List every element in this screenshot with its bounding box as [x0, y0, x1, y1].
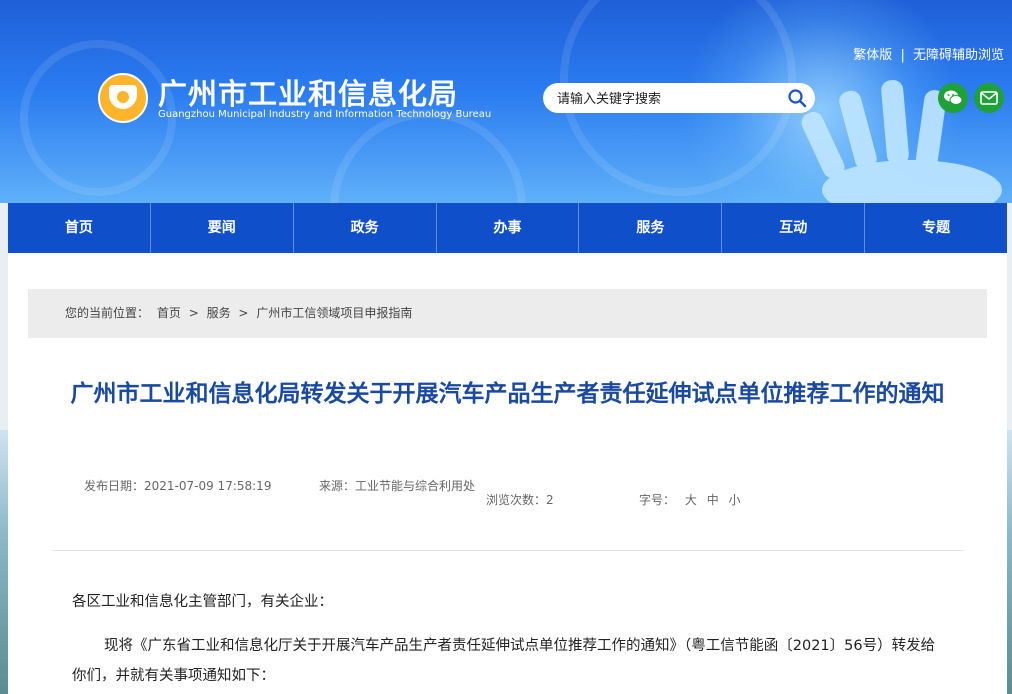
font-size-large-button[interactable]: 大: [685, 493, 697, 507]
article-paragraph: 现将《广东省工业和信息化厅关于开展汽车产品生产者责任延伸试点单位推荐工作的通知》…: [72, 638, 936, 684]
nav-item-interaction[interactable]: 互动: [722, 203, 866, 253]
site-logo[interactable]: [98, 73, 148, 123]
font-size-control: 字号： 大 中 小: [639, 485, 741, 515]
breadcrumb-project-guide[interactable]: 广州市工信领域项目申报指南: [256, 306, 412, 320]
font-size-label: 字号：: [639, 493, 676, 507]
search-input[interactable]: [555, 88, 779, 110]
traditional-chinese-link[interactable]: 繁体版: [853, 48, 892, 63]
site-subtitle: Guangzhou Municipal Industry and Informa…: [158, 109, 492, 120]
side-scenery: [0, 430, 8, 694]
search-icon[interactable]: [787, 88, 807, 108]
wechat-icon[interactable]: [938, 83, 968, 113]
nav-item-government-affairs[interactable]: 政务: [294, 203, 437, 253]
divider: [53, 550, 963, 551]
main-content: 您的当前位置： 首页 > 服务 > 广州市工信领域项目申报指南 广州市工业和信息…: [8, 253, 1007, 694]
search-box: [543, 83, 815, 113]
nav-item-home[interactable]: 首页: [8, 203, 151, 253]
robot-hand-illustration: [801, 80, 1002, 203]
banner-decoration: [330, 110, 526, 203]
nav-item-services-handling[interactable]: 办事: [437, 203, 580, 253]
accessibility-link[interactable]: 无障碍辅助浏览: [913, 48, 1004, 63]
view-count: 浏览次数：2: [486, 493, 554, 507]
nav-item-services[interactable]: 服务: [579, 203, 723, 253]
breadcrumb-separator: >: [188, 306, 199, 320]
header-banner: 广州市工业和信息化局 Guangzhou Municipal Industry …: [0, 0, 1012, 203]
breadcrumb-separator: >: [238, 306, 249, 320]
logo-emblem-icon: [109, 85, 137, 109]
nav-item-topics[interactable]: 专题: [865, 203, 1007, 253]
article-title: 广州市工业和信息化局转发关于开展汽车产品生产者责任延伸试点单位推荐工作的通知: [70, 381, 945, 407]
top-links-separator: |: [900, 48, 905, 63]
banner-decoration: [20, 40, 176, 196]
breadcrumb: 您的当前位置： 首页 > 服务 > 广州市工信领域项目申报指南: [28, 289, 987, 338]
main-nav: 首页 要闻 政务 办事 服务 互动 专题: [8, 203, 1007, 253]
breadcrumb-prefix: 您的当前位置：: [65, 306, 150, 320]
side-scenery: [1007, 430, 1012, 694]
mail-icon[interactable]: [974, 83, 1004, 113]
font-size-small-button[interactable]: 小: [729, 493, 741, 507]
breadcrumb-services[interactable]: 服务: [207, 306, 231, 320]
top-links: 繁体版 | 无障碍辅助浏览: [853, 44, 1004, 63]
nav-item-news[interactable]: 要闻: [151, 203, 294, 253]
font-size-medium-button[interactable]: 中: [707, 493, 719, 507]
site-title[interactable]: 广州市工业和信息化局: [158, 71, 458, 113]
breadcrumb-home[interactable]: 首页: [157, 306, 181, 320]
article-salutation: 各区工业和信息化主管部门，有关企业：: [72, 594, 333, 610]
article-source: 来源：工业节能与综合利用处: [318, 479, 475, 493]
publish-date: 发布日期：2021-07-09 17:58:19: [84, 479, 272, 493]
